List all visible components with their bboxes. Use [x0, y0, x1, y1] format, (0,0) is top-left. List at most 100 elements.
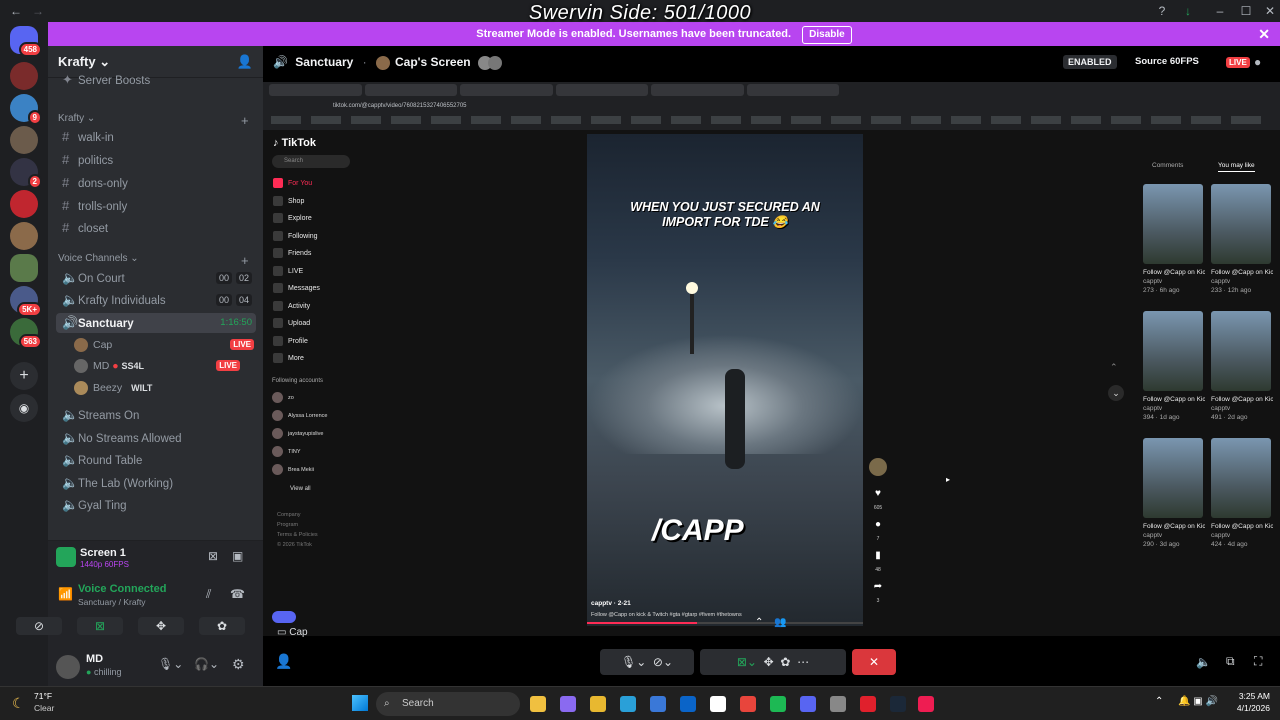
video-progress-bar[interactable] — [587, 622, 863, 624]
add-channel-icon[interactable]: + — [241, 253, 249, 268]
xbox-icon[interactable] — [830, 696, 846, 712]
tiktok-nav-friends[interactable]: Friends — [273, 248, 311, 258]
following-account[interactable]: TINY — [272, 446, 301, 457]
tiktok-nav-for-you[interactable]: For You — [273, 178, 312, 188]
server-icon[interactable]: 5K+ — [10, 286, 42, 317]
recommended-video-info[interactable]: Follow @Capp on Kick & Twitch... capptv 29… — [1143, 522, 1205, 549]
recommended-video-thumbnail[interactable] — [1143, 311, 1203, 391]
voice-channel-the-lab[interactable]: 🔈The Lab (Working) — [56, 473, 256, 493]
voice-user-md[interactable]: MD ● SS4L LIVE — [74, 356, 254, 376]
voice-channel-streams-on[interactable]: 🔈Streams On — [56, 405, 256, 425]
like-icon[interactable]: ♥ — [870, 488, 886, 499]
channel-dons-only[interactable]: # dons-only — [56, 173, 256, 193]
scroll-up-icon[interactable]: ⌃ — [1110, 362, 1118, 373]
server-icon-krafty[interactable] — [10, 254, 38, 282]
comment-icon[interactable]: ● — [870, 519, 886, 530]
following-account[interactable]: zo — [272, 392, 294, 403]
add-server-icon[interactable]: + — [10, 362, 38, 390]
file-explorer-icon[interactable] — [530, 696, 546, 712]
recommended-video-info[interactable]: Follow @Capp on Kick & Twitch... capptv 23… — [1211, 268, 1273, 295]
footer-link[interactable]: Terms & Policies — [277, 530, 318, 540]
weather-temp[interactable]: 71°F — [34, 691, 52, 701]
creator-avatar[interactable] — [869, 458, 887, 476]
spotify-icon[interactable] — [770, 696, 786, 712]
server-icon[interactable] — [10, 222, 38, 250]
server-icon[interactable] — [10, 190, 38, 218]
channel-politics[interactable]: # politics — [56, 150, 256, 170]
tiktok-nav-activity[interactable]: Activity — [273, 300, 310, 311]
steam-icon[interactable] — [890, 696, 906, 712]
voice-channel-gyal-ting[interactable]: 🔈Gyal Ting — [56, 495, 256, 515]
taskbar-time[interactable]: 3:25 AM — [1232, 691, 1270, 701]
popout-icon[interactable]: ⧉ — [1226, 654, 1235, 669]
fullscreen-icon[interactable]: ⛶ — [1254, 654, 1262, 669]
github-icon[interactable] — [710, 696, 726, 712]
share-screen-button[interactable]: ⊠ — [77, 617, 123, 635]
tab-comments[interactable]: Comments — [1152, 162, 1183, 169]
scroll-down-icon[interactable]: ⌄ — [1108, 385, 1124, 401]
video-author[interactable]: capptv · 2-21 — [591, 600, 631, 607]
outlook-icon[interactable] — [680, 696, 696, 712]
save-icon[interactable]: ▮ — [870, 550, 886, 561]
camera-off-button[interactable]: ⊘ — [16, 617, 62, 635]
taskbar-date[interactable]: 4/1/2026 — [1226, 703, 1270, 713]
voice-connected-label[interactable]: Voice Connected — [78, 583, 166, 595]
following-account[interactable]: jaystayupislive — [272, 428, 323, 439]
share-icon[interactable]: ➦ — [870, 581, 886, 592]
bookmarks-bar[interactable] — [271, 116, 1271, 124]
recommended-video-info[interactable]: Follow @Capp on Kick & Twitch... capptv 42… — [1211, 522, 1273, 549]
address-bar[interactable]: tiktok.com/@capptv/video/760821532740655… — [333, 101, 933, 111]
microphone-icon[interactable]: 🎙⌄ — [158, 657, 183, 671]
tray-chevron-icon[interactable]: ⌃ — [1155, 696, 1163, 707]
recommended-video-info[interactable]: Follow @Capp on Kick & Twitch... capptv 27… — [1143, 268, 1205, 295]
store-icon[interactable] — [650, 696, 666, 712]
browser-tab[interactable] — [364, 84, 457, 96]
copilot-icon[interactable] — [560, 696, 576, 712]
footer-link[interactable]: Company — [277, 510, 318, 520]
tiktok-nav-messages[interactable]: Messages — [273, 283, 320, 293]
voice-channel-krafty-individuals[interactable]: 🔈Krafty Individuals 00 04 — [56, 290, 256, 310]
signal-icon[interactable]: 📶 — [58, 587, 73, 601]
voice-user-beezy[interactable]: Beezy WILT — [74, 378, 254, 398]
channel-closet[interactable]: # closet — [56, 218, 256, 238]
tiktok-nav-following[interactable]: Following — [273, 230, 318, 241]
more-options-icon[interactable]: ⋯ — [797, 655, 809, 669]
toggle-switch[interactable] — [272, 611, 296, 623]
browser-tab[interactable] — [269, 84, 362, 96]
stream-settings-icon[interactable]: ▣ — [232, 549, 243, 563]
recommended-video-thumbnail[interactable] — [1211, 438, 1271, 518]
footer-link[interactable]: Program — [277, 520, 318, 530]
browser-tab[interactable] — [746, 84, 839, 96]
discord-home-icon[interactable]: 458 — [10, 26, 42, 57]
server-boosts[interactable]: ✦ Server Boosts — [56, 70, 256, 90]
invite-icon[interactable]: 👤 — [275, 653, 292, 670]
stop-stream-icon[interactable]: ⊠ — [208, 549, 218, 563]
tiktok-logo[interactable]: ♪ TikTok — [273, 137, 316, 149]
edge-icon[interactable] — [620, 696, 636, 712]
voice-user-cap[interactable]: Cap LIVE — [74, 335, 254, 355]
browser-tab[interactable] — [651, 84, 744, 96]
tab-you-may-like[interactable]: You may like — [1218, 162, 1255, 172]
view-all-link[interactable]: View all — [290, 486, 311, 492]
tiktok-nav-more[interactable]: More — [273, 353, 304, 363]
voice-channel-round-table[interactable]: 🔈Round Table — [56, 450, 256, 470]
server-icon[interactable]: 2 — [10, 158, 42, 189]
headphones-icon[interactable]: 🎧⌄ — [194, 657, 219, 671]
server-icon[interactable] — [10, 62, 38, 90]
channel-trolls-only[interactable]: # trolls-only — [56, 196, 256, 216]
activities-icon[interactable]: ✥ — [764, 655, 774, 669]
volume-icon[interactable]: 🔈 — [1196, 655, 1211, 669]
microphone-icon[interactable]: 🎙⌄ — [621, 655, 646, 669]
camera-off-icon[interactable]: ⊘⌄ — [653, 655, 673, 669]
voice-channel-sanctuary[interactable]: 🔊Sanctuary 1:16:50 — [56, 313, 256, 333]
recommended-video-thumbnail[interactable] — [1211, 184, 1271, 264]
soundboard-button[interactable]: ✿ — [199, 617, 245, 635]
close-icon[interactable]: ✕ — [1258, 22, 1270, 46]
disable-button[interactable]: Disable — [802, 26, 852, 44]
discord-icon[interactable] — [800, 696, 816, 712]
share-screen-icon[interactable]: ⊠⌄ — [737, 655, 757, 669]
chrome-icon[interactable] — [740, 696, 756, 712]
server-icon[interactable] — [10, 126, 38, 154]
tiktok-nav-upload[interactable]: Upload — [273, 318, 310, 328]
tiktok-icon[interactable] — [918, 696, 934, 712]
